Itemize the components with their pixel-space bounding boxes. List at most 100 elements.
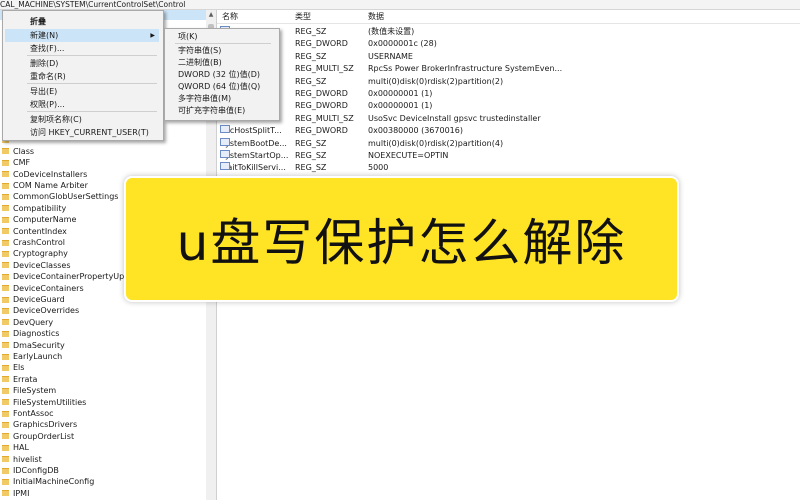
tree-item-label: GraphicsDrivers (13, 420, 78, 430)
value-type: REG_SZ (295, 51, 327, 61)
column-header-type[interactable]: 类型 (295, 10, 311, 23)
tree-item-label: hivelist (13, 454, 42, 464)
values-header: 名称 类型 数据 (217, 10, 800, 24)
title-banner: u盘写保护怎么解除 (124, 176, 679, 302)
value-row[interactable]: d...REG_DWORD0x00000001 (1) (217, 100, 800, 113)
menu-separator (27, 111, 157, 112)
tree-item-label: ComputerName (13, 215, 77, 225)
tree-item[interactable]: DeviceOverrides (0, 305, 206, 316)
value-name: SystemStartOp... (220, 150, 288, 163)
tree-item-label: Cryptography (13, 249, 68, 259)
context-menu-item-label: 权限(P)... (30, 100, 65, 109)
context-menu-item[interactable]: 复制项名称(C) (5, 113, 159, 126)
value-row[interactable]: REG_SZ (数值未设置) (217, 26, 800, 39)
value-row[interactable]: d...REG_DWORD0x00000001 (1) (217, 88, 800, 101)
folder-icon (2, 421, 9, 428)
tree-item[interactable]: DmaSecurity (0, 340, 206, 351)
tree-item[interactable]: CMF (0, 157, 206, 168)
folder-icon (2, 364, 9, 371)
folder-icon (2, 433, 9, 440)
context-menu-item-label: 新建(N) (30, 31, 59, 40)
value-data: 0x0000001c (28) (368, 39, 437, 49)
context-menu-item[interactable]: 新建(N) ▶ (5, 29, 159, 42)
tree-item[interactable]: IPMI (0, 488, 206, 499)
context-menu-item[interactable]: 权限(P)... (5, 98, 159, 111)
context-menu-item[interactable]: 访问 HKEY_CURRENT_USER(T) (5, 126, 159, 139)
tree-item-label: CoDeviceInstallers (13, 169, 88, 179)
context-menu-item-label: 重命名(R) (30, 72, 66, 81)
value-type: REG_DWORD (295, 101, 348, 111)
tree-item[interactable]: Els (0, 362, 206, 373)
tree-item[interactable]: HAL (0, 442, 206, 453)
tree-item[interactable]: DevQuery (0, 317, 206, 328)
value-name-text: SystemStartOp... (220, 151, 289, 160)
value-row[interactable]: SvcHostSplitT... REG_DWORD 0x00380000 (367… (217, 125, 800, 138)
folder-icon (2, 376, 9, 383)
tree-item-label: DeviceOverrides (13, 306, 80, 316)
tree-item-label: DeviceContainerPropertyUpdat (13, 272, 138, 282)
address-path: CAL_MACHINE\SYSTEM\CurrentControlSet\Con… (0, 0, 186, 9)
folder-icon (2, 387, 9, 394)
value-row[interactable]: gsREG_DWORD0x0000001c (28) (217, 38, 800, 51)
scroll-up-icon[interactable]: ▲ (206, 10, 216, 20)
value-type: REG_MULTI_SZ (295, 64, 354, 74)
context-menu-item-label: 折叠 (30, 17, 46, 26)
value-type: REG_SZ (295, 163, 327, 173)
menu-separator (175, 43, 271, 44)
tree-item[interactable]: FontAssoc (0, 408, 206, 419)
tree-item[interactable]: FileSystem (0, 385, 206, 396)
context-menu-item[interactable]: 删除(D) (5, 57, 159, 70)
tree-item-label: InitialMachineConfig (13, 477, 95, 487)
registry-value-icon (220, 162, 230, 171)
submenu-item-label: 项(K) (178, 32, 198, 41)
value-row[interactable]: SystemBootDe... REG_SZ multi(0)disk(0)rdis… (217, 137, 800, 151)
folder-icon (2, 296, 9, 303)
value-type: REG_SZ (295, 151, 327, 160)
value-row[interactable]: ri...REG_MULTI_SZUsoSvc DeviceInstall gp… (217, 112, 800, 126)
context-menu-item[interactable]: 重命名(R) (5, 70, 159, 83)
folder-icon (2, 228, 9, 235)
submenu-item[interactable]: 可扩充字符串值(E) (167, 104, 275, 117)
context-menu-item[interactable]: 折叠 (5, 15, 159, 28)
new-submenu: 项(K) 字符串值(S) 二进制值(B) DWORD (32 位)值(D) QWORD … (164, 28, 280, 121)
folder-icon (2, 478, 9, 485)
tree-item[interactable]: GroupOrderList (0, 431, 206, 442)
value-row[interactable]: SystemStartOp... REG_SZ NOEXECUTE=OPTIN (217, 150, 800, 163)
folder-icon (2, 444, 9, 451)
tree-item-label: DmaSecurity (13, 340, 65, 350)
folder-icon (2, 148, 9, 155)
value-row[interactable]: REG_SZ multi(0)disk(0)rdisk(2)partition(2… (217, 75, 800, 89)
tree-item[interactable]: Diagnostics (0, 328, 206, 339)
value-name: SvcHostSplitT... (220, 125, 282, 138)
folder-icon (2, 262, 9, 269)
submenu-item[interactable]: 项(K) (167, 30, 275, 43)
tree-item-label: IPMI (13, 488, 30, 498)
tree-item[interactable]: hivelist (0, 454, 206, 465)
context-menu-item[interactable]: 查找(F)... (5, 42, 159, 55)
folder-icon (2, 273, 9, 280)
value-type: REG_SZ (295, 27, 327, 36)
value-row[interactable]: ri...REG_MULTI_SZRpcSs Power BrokerInfra… (217, 63, 800, 76)
tree-item[interactable]: Errata (0, 374, 206, 385)
value-row[interactable]: WaitToKillServi... REG_SZ 5000 (217, 162, 800, 175)
context-menu-item-label: 删除(D) (30, 59, 59, 68)
tree-item-label: DevQuery (13, 317, 54, 327)
context-menu-item[interactable]: 导出(E) (5, 85, 159, 98)
value-row[interactable]: REG_SZ USERNAME (217, 50, 800, 64)
column-header-data[interactable]: 数据 (368, 10, 384, 23)
tree-item-label: IDConfigDB (13, 466, 59, 475)
tree-item[interactable]: GraphicsDrivers (0, 419, 206, 430)
tree-item[interactable]: Class (0, 146, 206, 157)
value-name-text: SystemBootDe... (220, 138, 287, 148)
tree-item-label: FileSystemUtilities (13, 397, 87, 407)
tree-item-label: Els (13, 363, 25, 373)
address-bar[interactable]: CAL_MACHINE\SYSTEM\CurrentControlSet\Con… (0, 0, 800, 10)
context-menu-item-label: 导出(E) (30, 87, 58, 96)
tree-item[interactable]: IDConfigDB (0, 465, 206, 476)
tree-item[interactable]: FileSystemUtilities (0, 397, 206, 408)
folder-icon (2, 205, 9, 212)
tree-item[interactable]: InitialMachineConfig (0, 476, 206, 487)
column-header-name[interactable]: 名称 (222, 10, 238, 23)
tree-item[interactable]: EarlyLaunch (0, 351, 206, 362)
tree-item-label: FontAssoc (13, 409, 54, 418)
